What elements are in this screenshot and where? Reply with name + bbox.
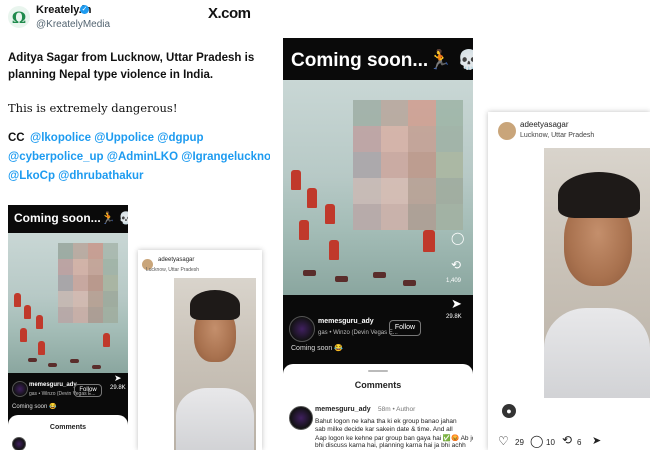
likes-count: 29 xyxy=(515,438,524,447)
commenter-avatar[interactable] xyxy=(289,406,313,430)
follow-button[interactable]: Follow xyxy=(389,320,421,336)
sheet-handle[interactable] xyxy=(368,370,388,372)
profile-icon[interactable]: ● xyxy=(502,404,516,418)
mention-line-3[interactable]: @LkoCp @dhrubathakur xyxy=(8,170,144,182)
reel-screenshot-small: Coming soon...🏃 💀 ➤ 29.8K memesguru_ady … xyxy=(8,205,128,450)
tweet-card: Ω Kreately.in ✓ @KreatelyMedia X.com Adi… xyxy=(0,0,270,450)
likes-count: 29.8K xyxy=(110,385,126,391)
comment-meta: 58m • Author xyxy=(378,406,416,413)
comments-sheet: Comments memesguru_ady 58m • Author Bahu… xyxy=(283,364,473,450)
profile-location: Lucknow, Uttar Pradesh xyxy=(520,132,595,139)
comments-count: 10 xyxy=(546,438,555,447)
comment-line-1: Bahut logon ne kaha tha ki ek group bana… xyxy=(315,418,457,425)
repost-icon[interactable]: ⟲ xyxy=(562,433,572,447)
like-icon[interactable]: ♡ xyxy=(498,434,509,448)
send-icon[interactable]: ➤ xyxy=(451,296,462,312)
reel-title: Coming soon...🏃 💀 xyxy=(14,211,128,225)
profile-username[interactable]: adeetyasagar xyxy=(158,257,194,263)
reel-screenshot-large: Coming soon...🏃 💀 ◯ ⟲ 1,409 ➤ 29.8K meme… xyxy=(283,38,473,450)
creator-username[interactable]: memesguru_ady xyxy=(318,318,374,325)
comment-line-3: Aap logon ke kehne par group ban gaya ha… xyxy=(315,435,473,442)
reel-caption: Coming soon 😂 xyxy=(12,404,57,410)
profile-photo xyxy=(544,148,650,398)
chat-icon[interactable]: ◯ xyxy=(451,231,464,245)
profile-username[interactable]: adeetyasagar xyxy=(520,120,568,129)
reel-artwork xyxy=(8,233,128,373)
comments-sheet: Comments xyxy=(8,415,128,450)
reel-title: Coming soon...🏃 💀 xyxy=(291,50,473,71)
follow-button[interactable]: Follow xyxy=(74,384,102,397)
kreately-logo[interactable]: Ω xyxy=(8,6,30,28)
share-icon[interactable]: ➤ xyxy=(114,373,122,384)
profile-photo xyxy=(174,278,256,450)
commenter-avatar[interactable] xyxy=(12,437,26,450)
commenter-username[interactable]: memesguru_ady xyxy=(315,406,371,413)
likes-count: 29.8K xyxy=(446,314,462,320)
share-count: 1,409 xyxy=(446,278,462,284)
creator-avatar[interactable] xyxy=(12,381,28,397)
blurred-region xyxy=(58,243,118,323)
creator-avatar[interactable] xyxy=(289,316,315,342)
reel-caption: Coming soon 😂 xyxy=(291,345,343,352)
profile-avatar[interactable] xyxy=(498,122,516,140)
reposts-count: 6 xyxy=(577,438,582,447)
comment-line-2: sab milke decide kar sakein date & time.… xyxy=(315,426,453,433)
tweet-warning: This is extremely dangerous! xyxy=(8,101,178,115)
comment-line-4: bhi discuss karna hai, planning karna ha… xyxy=(315,442,466,449)
mention-line-2[interactable]: @cyberpolice_up @AdminLKO @Igrangeluckno… xyxy=(8,151,270,163)
blurred-region xyxy=(353,100,463,230)
comments-header: Comments xyxy=(354,380,402,390)
profile-location: Lucknow, Uttar Pradesh xyxy=(146,267,200,273)
comments-header: Comments xyxy=(49,424,87,431)
send-icon[interactable]: ➤ xyxy=(592,434,601,447)
tweet-headline-line-2: planning Nepal type violence in India. xyxy=(8,69,214,81)
cc-label: CC xyxy=(8,132,25,144)
reel-artwork xyxy=(283,80,473,295)
audio-track[interactable]: gas • Winzo (Devin Vegas E... xyxy=(318,330,398,336)
mention-line-1[interactable]: @lkopolice @Uppolice @dgpup xyxy=(30,132,204,144)
comment-icon[interactable]: ◯ xyxy=(530,434,543,448)
platform-logo: X.com xyxy=(208,5,251,22)
verified-badge-icon: ✓ xyxy=(80,5,89,14)
creator-username[interactable]: memesguru_ady xyxy=(29,382,77,388)
account-handle[interactable]: @KreatelyMedia xyxy=(36,19,110,30)
repost-icon[interactable]: ⟲ xyxy=(451,258,461,272)
profile-card-small: adeetyasagar Lucknow, Uttar Pradesh xyxy=(138,250,262,450)
profile-card-large: adeetyasagar Lucknow, Uttar Pradesh ● ♡ … xyxy=(488,112,650,450)
tweet-headline-line-1: Aditya Sagar from Lucknow, Uttar Pradesh… xyxy=(8,52,255,64)
